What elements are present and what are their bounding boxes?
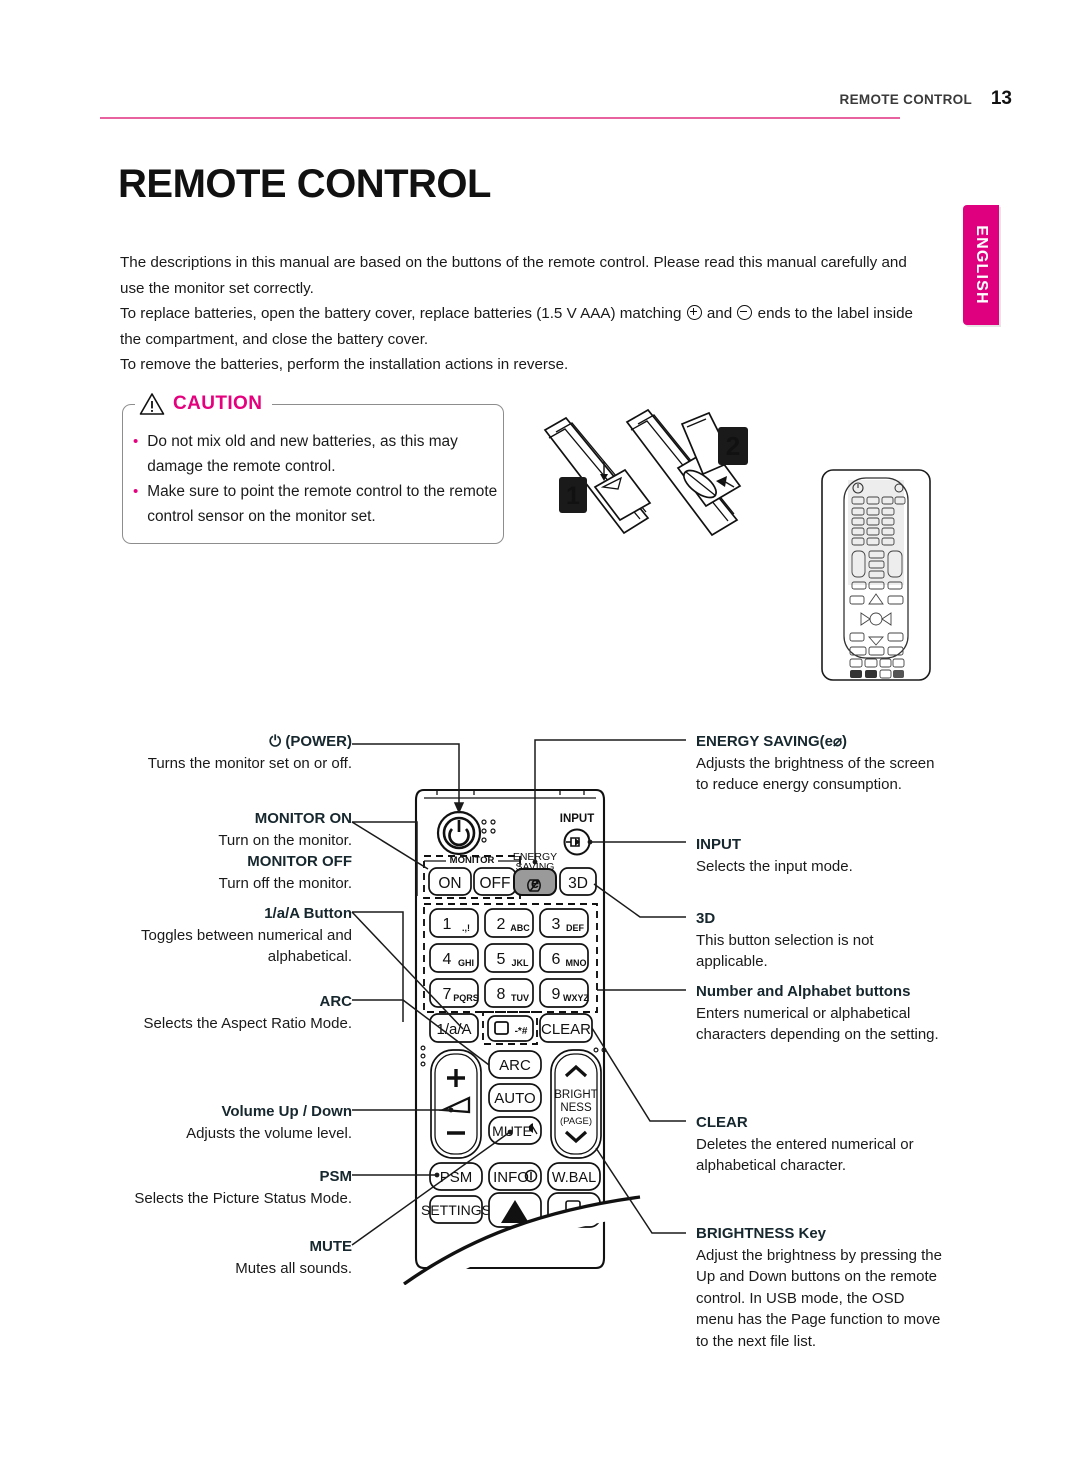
annotation-psm-body: Selects the Picture Status Mode. <box>134 1189 352 1207</box>
svg-text:.,!: .,! <box>462 923 470 933</box>
settings-label: SETTINGS <box>421 1202 491 1218</box>
annotation-input-body: Selects the input mode. <box>696 857 853 875</box>
input-button <box>563 828 591 856</box>
power-button <box>436 810 482 856</box>
annotation-one-a-A-body: Toggles between numerical and alphabetic… <box>141 926 352 966</box>
annotation-power: ⏻ (POWER) Turns the monitor set on or of… <box>120 731 352 774</box>
svg-text:PQRS: PQRS <box>453 993 479 1003</box>
svg-text:GHI: GHI <box>458 958 474 968</box>
annotation-one-a-A-heading: 1/a/A Button <box>264 905 352 922</box>
brightness-label-line2: NESS <box>560 1102 592 1114</box>
annotation-monitor-off-body: Turn off the monitor. <box>218 874 352 892</box>
svg-text:1: 1 <box>443 916 452 933</box>
svg-text:JKL: JKL <box>511 958 529 968</box>
numeric-keypad: 1.,! 2 ABC 3 DEF 4 GHI 5 JKL 6 MNO 7 PQRS 8 TUV… <box>429 908 590 1008</box>
clear-label: CLEAR <box>541 1021 591 1038</box>
annotation-input: INPUT Selects the input mode. <box>696 834 944 877</box>
annotation-3d-body: This button selection is not applicable. <box>696 931 874 971</box>
annotation-brightness-heading: BRIGHTNESS Key <box>696 1225 827 1242</box>
monitor-group-label: MONITOR <box>450 855 495 866</box>
svg-text:3: 3 <box>552 916 561 933</box>
svg-text:2: 2 <box>497 916 506 933</box>
svg-text:5: 5 <box>497 951 506 968</box>
annotation-arc-body: Selects the Aspect Ratio Mode. <box>143 1014 352 1032</box>
annotation-psm-heading: PSM <box>319 1168 352 1185</box>
annotation-mute: MUTE Mutes all sounds. <box>120 1236 352 1279</box>
annotation-monitor-on-heading: MONITOR ON <box>254 810 352 827</box>
annotation-3d: 3D This button selection is not applicab… <box>696 908 944 973</box>
arc-label: ARC <box>499 1057 531 1074</box>
annotation-brightness: BRIGHTNESS Key Adjust the brightness by … <box>696 1223 944 1352</box>
annotation-number-alphabet-body: Enters numerical or alphabetical charact… <box>696 1004 939 1044</box>
manual-page: REMOTE CONTROL 13 ENGLISH REMOTE CONTROL… <box>0 0 1080 1481</box>
annotation-arc-heading: ARC <box>319 993 353 1010</box>
annotation-monitor-on: MONITOR ON Turn on the monitor. <box>120 808 352 851</box>
svg-text:ABC: ABC <box>510 923 530 933</box>
monitor-on-label: ON <box>438 875 461 892</box>
wbal-label: W.BAL <box>552 1170 596 1186</box>
auto-label: AUTO <box>494 1090 535 1107</box>
svg-text:DEF: DEF <box>566 923 585 933</box>
annotation-number-alphabet: Number and Alphabet buttons Enters numer… <box>696 981 948 1046</box>
annotation-volume-body: Adjusts the volume level. <box>186 1124 352 1142</box>
annotation-number-alphabet-heading: Number and Alphabet buttons <box>696 983 911 1000</box>
svg-text:TUV: TUV <box>511 993 529 1003</box>
annotation-mute-heading: MUTE <box>309 1238 353 1255</box>
remote-main-illustration: INPUT MONITOR ON OFF ENERGY SAVING e 3D … <box>380 788 660 1345</box>
annotation-monitor-off: MONITOR OFF Turn off the monitor. <box>120 851 352 894</box>
step-1-number: 1 <box>566 482 580 510</box>
brightness-label-line1: BRIGHT <box>554 1089 597 1101</box>
battery-step-1-illustration: 1 <box>543 416 652 535</box>
svg-text:MNO: MNO <box>566 958 587 968</box>
psm-label: PSM <box>440 1169 473 1186</box>
annotation-one-a-A: 1/a/A Button Toggles between numerical a… <box>110 903 352 968</box>
monitor-off-label: OFF <box>480 875 511 892</box>
brightness-label-line3: (PAGE) <box>560 1116 592 1127</box>
annotation-energy-saving-heading: ENERGY SAVING(e⌀) <box>696 733 848 750</box>
annotation-3d-heading: 3D <box>696 910 716 927</box>
star-label: -*# <box>515 1026 528 1037</box>
annotation-brightness-body: Adjust the brightness by pressing the Up… <box>696 1246 942 1350</box>
annotation-psm: PSM Selects the Picture Status Mode. <box>110 1166 352 1209</box>
annotation-volume-heading: Volume Up / Down <box>221 1103 352 1120</box>
input-label: INPUT <box>560 813 595 825</box>
annotation-arc: ARC Selects the Aspect Ratio Mode. <box>120 991 352 1034</box>
annotation-power-body: Turns the monitor set on or off. <box>147 754 352 772</box>
info-label: INFO <box>493 1169 529 1186</box>
annotation-power-heading: ⏻ (POWER) <box>269 733 352 750</box>
remote-thumbnail-illustration <box>821 469 931 681</box>
svg-text:9: 9 <box>552 986 561 1003</box>
annotation-energy-saving: ENERGY SAVING(e⌀) Adjusts the brightness… <box>696 731 944 796</box>
step-2-number: 2 <box>726 431 740 461</box>
svg-text:4: 4 <box>443 951 452 968</box>
annotation-mute-body: Mutes all sounds. <box>235 1259 352 1277</box>
annotation-volume: Volume Up / Down Adjusts the volume leve… <box>110 1101 352 1144</box>
3d-label: 3D <box>568 875 588 892</box>
svg-text:8: 8 <box>497 986 506 1003</box>
annotation-clear: CLEAR Deletes the entered numerical or a… <box>696 1112 944 1177</box>
annotation-clear-heading: CLEAR <box>696 1114 748 1131</box>
annotation-energy-saving-body: Adjusts the brightness of the screen to … <box>696 754 935 794</box>
svg-text:6: 6 <box>552 951 561 968</box>
annotation-input-heading: INPUT <box>696 836 741 853</box>
svg-text:WXYZ: WXYZ <box>563 993 590 1003</box>
annotation-clear-body: Deletes the entered numerical or alphabe… <box>696 1135 914 1175</box>
annotation-monitor-off-heading: MONITOR OFF <box>247 853 352 870</box>
svg-text:7: 7 <box>443 986 452 1003</box>
annotation-monitor-on-body: Turn on the monitor. <box>218 831 352 849</box>
